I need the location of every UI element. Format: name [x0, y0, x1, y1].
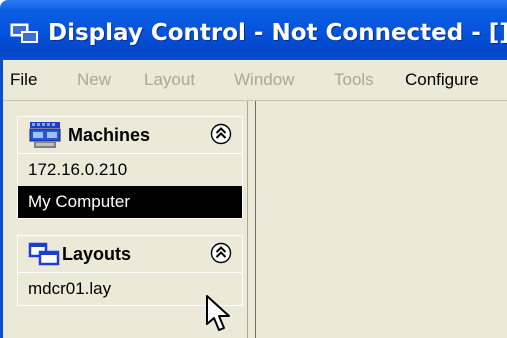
display-control-app-icon — [10, 23, 38, 43]
menu-layout[interactable]: Layout — [144, 70, 195, 90]
machines-icon — [29, 122, 61, 148]
arrow-pointer-icon — [206, 295, 230, 331]
machine-item-my-computer[interactable]: My Computer — [18, 186, 242, 218]
splitter-highlight — [247, 101, 248, 338]
app-window: Display Control - Not Connected - [] Fil… — [0, 0, 507, 338]
machine-item-172-16-0-210[interactable]: 172.16.0.210 — [18, 154, 242, 186]
menu-window[interactable]: Window — [234, 70, 294, 90]
splitter[interactable] — [247, 101, 255, 338]
machines-panel: Machines 172.16.0.210 My Computer — [17, 116, 243, 219]
menu-bar: File New Layout Window Tools Configure — [0, 60, 507, 101]
menu-tools[interactable]: Tools — [334, 70, 374, 90]
machines-title: Machines — [68, 125, 151, 145]
menu-new[interactable]: New — [77, 70, 111, 90]
workspace-area — [256, 101, 507, 338]
layouts-panel-header[interactable]: Layouts — [18, 236, 242, 273]
machines-panel-header[interactable]: Machines — [18, 117, 242, 154]
sidebar: Machines 172.16.0.210 My Computer Layout… — [3, 101, 247, 338]
menu-file[interactable]: File — [10, 70, 37, 90]
double-chevron-up-icon[interactable] — [210, 242, 232, 264]
layouts-icon — [28, 242, 60, 266]
menu-configure[interactable]: Configure — [405, 70, 479, 90]
title-bar[interactable]: Display Control - Not Connected - [] — [0, 0, 507, 60]
double-chevron-up-icon[interactable] — [210, 123, 232, 145]
window-title: Display Control - Not Connected - [] — [48, 20, 507, 46]
layouts-title: Layouts — [62, 244, 132, 264]
